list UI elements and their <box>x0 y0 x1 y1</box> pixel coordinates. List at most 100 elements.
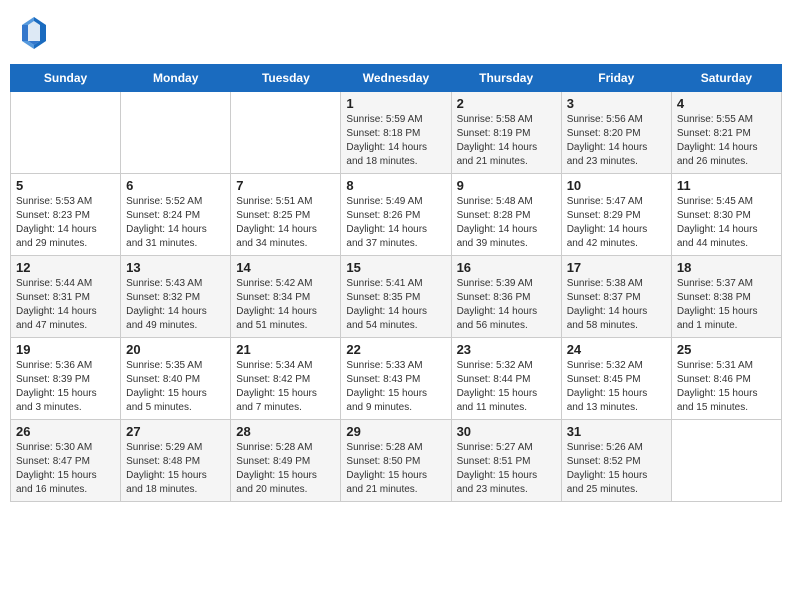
day-number: 13 <box>126 260 225 275</box>
day-number: 27 <box>126 424 225 439</box>
day-info: Sunrise: 5:42 AM Sunset: 8:34 PM Dayligh… <box>236 277 335 333</box>
calendar-cell: 23 Sunrise: 5:32 AM Sunset: 8:44 PM Dayli… <box>451 338 561 420</box>
day-number: 11 <box>677 178 776 193</box>
logo <box>20 15 48 51</box>
calendar-cell: 1Sunrise: 5:59 AM Sunset: 8:18 PM Daylig… <box>341 92 451 174</box>
day-info: Sunrise: 5:55 AM Sunset: 8:21 PM Dayligh… <box>677 113 776 169</box>
calendar-cell: 9Sunrise: 5:48 AM Sunset: 8:28 PM Daylig… <box>451 174 561 256</box>
day-info: Sunrise: 5:32 AM Sunset: 8:44 PM Dayligh… <box>457 359 556 415</box>
day-number: 19 <box>16 342 115 357</box>
calendar-table: SundayMondayTuesdayWednesdayThursdayFrid… <box>10 64 782 502</box>
calendar-cell: 18 Sunrise: 5:37 AM Sunset: 8:38 PM Dayli… <box>671 256 781 338</box>
calendar-week-5: 26 Sunrise: 5:30 AM Sunset: 8:47 PM Dayli… <box>11 420 782 502</box>
day-info: Sunrise: 5:30 AM Sunset: 8:47 PM Dayligh… <box>16 441 115 497</box>
day-info: Sunrise: 5:26 AM Sunset: 8:52 PM Dayligh… <box>567 441 666 497</box>
calendar-cell <box>671 420 781 502</box>
weekday-header-tuesday: Tuesday <box>231 65 341 92</box>
day-info: Sunrise: 5:35 AM Sunset: 8:40 PM Dayligh… <box>126 359 225 415</box>
calendar-cell: 14 Sunrise: 5:42 AM Sunset: 8:34 PM Dayli… <box>231 256 341 338</box>
calendar-cell: 31 Sunrise: 5:26 AM Sunset: 8:52 PM Dayli… <box>561 420 671 502</box>
calendar-cell: 3 Sunrise: 5:56 AM Sunset: 8:20 PM Daylig… <box>561 92 671 174</box>
calendar-cell: 22 Sunrise: 5:33 AM Sunset: 8:43 PM Dayli… <box>341 338 451 420</box>
weekday-header-wednesday: Wednesday <box>341 65 451 92</box>
calendar-cell: 24 Sunrise: 5:32 AM Sunset: 8:45 PM Dayli… <box>561 338 671 420</box>
calendar-cell: 10 Sunrise: 5:47 AM Sunset: 8:29 PM Dayli… <box>561 174 671 256</box>
calendar-cell: 21Sunrise: 5:34 AM Sunset: 8:42 PM Dayli… <box>231 338 341 420</box>
calendar-cell: 13 Sunrise: 5:43 AM Sunset: 8:32 PM Dayli… <box>121 256 231 338</box>
day-number: 9 <box>457 178 556 193</box>
day-info: Sunrise: 5:28 AM Sunset: 8:49 PM Dayligh… <box>236 441 335 497</box>
day-number: 20 <box>126 342 225 357</box>
day-number: 30 <box>457 424 556 439</box>
day-info: Sunrise: 5:38 AM Sunset: 8:37 PM Dayligh… <box>567 277 666 333</box>
weekday-row: SundayMondayTuesdayWednesdayThursdayFrid… <box>11 65 782 92</box>
calendar-week-3: 12Sunrise: 5:44 AM Sunset: 8:31 PM Dayli… <box>11 256 782 338</box>
day-info: Sunrise: 5:32 AM Sunset: 8:45 PM Dayligh… <box>567 359 666 415</box>
calendar-cell: 28 Sunrise: 5:28 AM Sunset: 8:49 PM Dayli… <box>231 420 341 502</box>
day-number: 12 <box>16 260 115 275</box>
day-info: Sunrise: 5:53 AM Sunset: 8:23 PM Dayligh… <box>16 195 115 251</box>
calendar-cell: 27 Sunrise: 5:29 AM Sunset: 8:48 PM Dayli… <box>121 420 231 502</box>
calendar-cell: 26 Sunrise: 5:30 AM Sunset: 8:47 PM Dayli… <box>11 420 121 502</box>
day-info: Sunrise: 5:31 AM Sunset: 8:46 PM Dayligh… <box>677 359 776 415</box>
day-info: Sunrise: 5:29 AM Sunset: 8:48 PM Dayligh… <box>126 441 225 497</box>
calendar-cell: 19 Sunrise: 5:36 AM Sunset: 8:39 PM Dayli… <box>11 338 121 420</box>
calendar-cell: 25 Sunrise: 5:31 AM Sunset: 8:46 PM Dayli… <box>671 338 781 420</box>
day-number: 4 <box>677 96 776 111</box>
calendar-body: 1Sunrise: 5:59 AM Sunset: 8:18 PM Daylig… <box>11 92 782 502</box>
calendar-cell: 5 Sunrise: 5:53 AM Sunset: 8:23 PM Daylig… <box>11 174 121 256</box>
day-number: 17 <box>567 260 666 275</box>
calendar-cell: 15 Sunrise: 5:41 AM Sunset: 8:35 PM Dayli… <box>341 256 451 338</box>
day-number: 26 <box>16 424 115 439</box>
weekday-header-saturday: Saturday <box>671 65 781 92</box>
day-number: 7 <box>236 178 335 193</box>
day-number: 10 <box>567 178 666 193</box>
calendar-cell <box>121 92 231 174</box>
day-number: 29 <box>346 424 445 439</box>
calendar-cell: 17 Sunrise: 5:38 AM Sunset: 8:37 PM Dayli… <box>561 256 671 338</box>
day-info: Sunrise: 5:27 AM Sunset: 8:51 PM Dayligh… <box>457 441 556 497</box>
day-number: 18 <box>677 260 776 275</box>
day-number: 6 <box>126 178 225 193</box>
calendar-cell: 4 Sunrise: 5:55 AM Sunset: 8:21 PM Daylig… <box>671 92 781 174</box>
calendar-cell: 2 Sunrise: 5:58 AM Sunset: 8:19 PM Daylig… <box>451 92 561 174</box>
day-info: Sunrise: 5:59 AM Sunset: 8:18 PM Dayligh… <box>346 113 445 169</box>
day-info: Sunrise: 5:47 AM Sunset: 8:29 PM Dayligh… <box>567 195 666 251</box>
day-number: 14 <box>236 260 335 275</box>
day-number: 3 <box>567 96 666 111</box>
calendar-cell: 8Sunrise: 5:49 AM Sunset: 8:26 PM Daylig… <box>341 174 451 256</box>
day-info: Sunrise: 5:36 AM Sunset: 8:39 PM Dayligh… <box>16 359 115 415</box>
page-header <box>10 10 782 56</box>
day-number: 15 <box>346 260 445 275</box>
day-info: Sunrise: 5:34 AM Sunset: 8:42 PM Dayligh… <box>236 359 335 415</box>
calendar-cell <box>231 92 341 174</box>
day-number: 25 <box>677 342 776 357</box>
day-number: 16 <box>457 260 556 275</box>
day-info: Sunrise: 5:33 AM Sunset: 8:43 PM Dayligh… <box>346 359 445 415</box>
day-number: 22 <box>346 342 445 357</box>
calendar-week-1: 1Sunrise: 5:59 AM Sunset: 8:18 PM Daylig… <box>11 92 782 174</box>
day-info: Sunrise: 5:43 AM Sunset: 8:32 PM Dayligh… <box>126 277 225 333</box>
day-info: Sunrise: 5:56 AM Sunset: 8:20 PM Dayligh… <box>567 113 666 169</box>
calendar-cell: 6 Sunrise: 5:52 AM Sunset: 8:24 PM Daylig… <box>121 174 231 256</box>
day-info: Sunrise: 5:28 AM Sunset: 8:50 PM Dayligh… <box>346 441 445 497</box>
weekday-header-thursday: Thursday <box>451 65 561 92</box>
day-number: 23 <box>457 342 556 357</box>
day-info: Sunrise: 5:51 AM Sunset: 8:25 PM Dayligh… <box>236 195 335 251</box>
calendar-cell: 7 Sunrise: 5:51 AM Sunset: 8:25 PM Daylig… <box>231 174 341 256</box>
day-info: Sunrise: 5:52 AM Sunset: 8:24 PM Dayligh… <box>126 195 225 251</box>
day-number: 5 <box>16 178 115 193</box>
day-number: 24 <box>567 342 666 357</box>
logo-icon <box>20 15 48 51</box>
day-number: 28 <box>236 424 335 439</box>
day-number: 2 <box>457 96 556 111</box>
calendar-cell: 30 Sunrise: 5:27 AM Sunset: 8:51 PM Dayli… <box>451 420 561 502</box>
day-info: Sunrise: 5:58 AM Sunset: 8:19 PM Dayligh… <box>457 113 556 169</box>
calendar-cell: 12Sunrise: 5:44 AM Sunset: 8:31 PM Dayli… <box>11 256 121 338</box>
day-number: 8 <box>346 178 445 193</box>
calendar-cell <box>11 92 121 174</box>
day-info: Sunrise: 5:41 AM Sunset: 8:35 PM Dayligh… <box>346 277 445 333</box>
day-info: Sunrise: 5:37 AM Sunset: 8:38 PM Dayligh… <box>677 277 776 333</box>
calendar-week-2: 5 Sunrise: 5:53 AM Sunset: 8:23 PM Daylig… <box>11 174 782 256</box>
day-number: 31 <box>567 424 666 439</box>
